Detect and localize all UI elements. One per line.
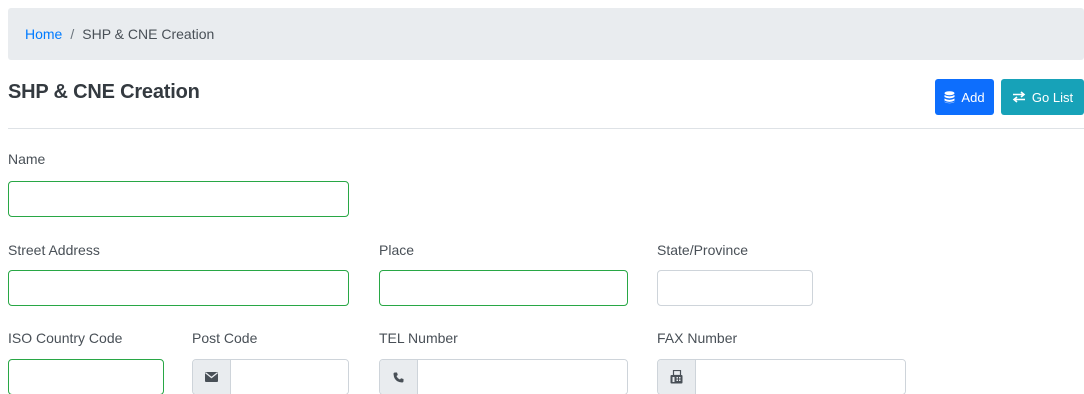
street-address-label: Street Address [8, 242, 100, 258]
add-button[interactable]: Add [935, 79, 994, 115]
breadcrumb-home-link[interactable]: Home [25, 26, 62, 42]
tel-number-field[interactable] [418, 360, 627, 394]
name-field[interactable] [8, 181, 349, 217]
fax-number-label: FAX Number [657, 330, 738, 346]
state-province-label: State/Province [657, 242, 749, 258]
post-code-field[interactable] [231, 360, 348, 394]
page-title: SHP & CNE Creation [8, 81, 200, 103]
fax-icon [658, 360, 696, 394]
breadcrumb-current: SHP & CNE Creation [82, 26, 215, 42]
fax-number-field[interactable] [696, 360, 905, 394]
phone-icon [380, 360, 418, 394]
name-label: Name [8, 151, 46, 167]
place-field[interactable] [379, 270, 628, 306]
envelope-icon [193, 360, 231, 394]
tel-number-label: TEL Number [379, 330, 458, 346]
go-list-button[interactable]: Go List [1001, 79, 1084, 115]
database-icon [944, 90, 955, 104]
header-divider [8, 128, 1084, 129]
breadcrumb: Home / SHP & CNE Creation [8, 8, 1084, 60]
go-list-button-label: Go List [1031, 89, 1074, 105]
breadcrumb-separator: / [70, 26, 75, 42]
post-code-group [192, 359, 349, 394]
state-province-field[interactable] [657, 270, 813, 306]
exchange-icon [1012, 91, 1026, 103]
iso-country-code-label: ISO Country Code [8, 330, 123, 346]
street-address-field[interactable] [8, 270, 349, 306]
fax-number-group [657, 359, 906, 394]
iso-country-code-field[interactable] [8, 359, 164, 394]
post-code-label: Post Code [192, 330, 258, 346]
tel-number-group [379, 359, 628, 394]
add-button-label: Add [961, 89, 985, 105]
place-label: Place [379, 242, 415, 258]
